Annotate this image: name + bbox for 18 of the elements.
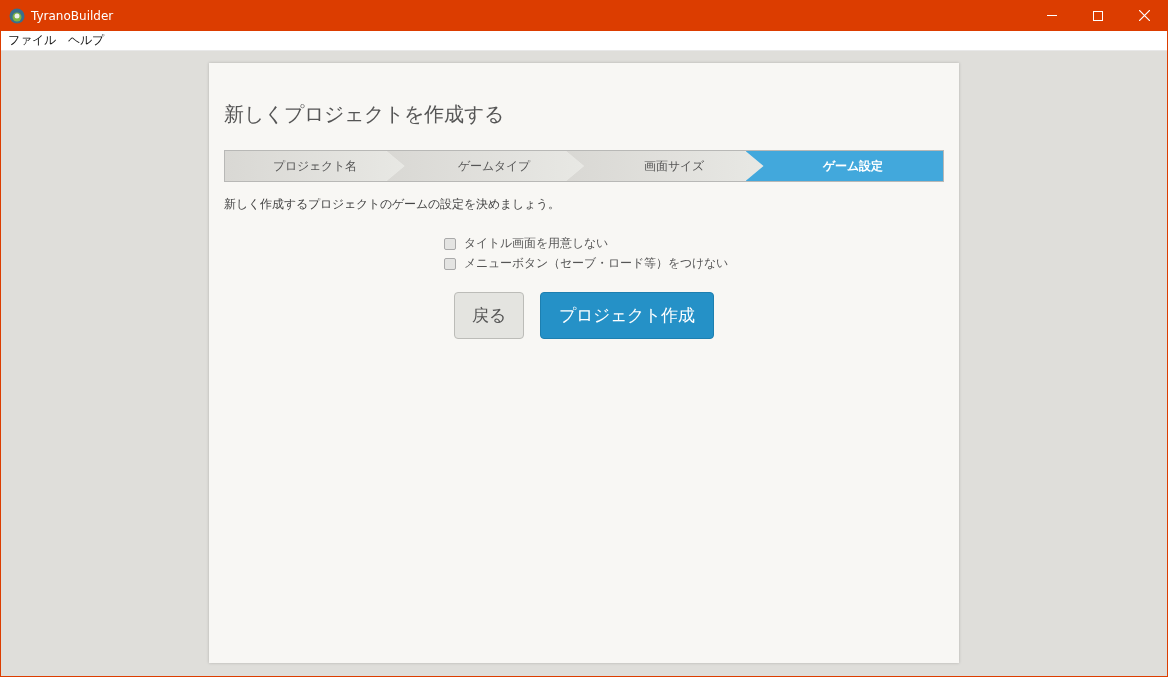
back-button[interactable]: 戻る	[454, 292, 524, 339]
menu-item[interactable]: ヘルプ	[68, 32, 104, 49]
wizard-step: ゲーム設定	[745, 151, 943, 181]
wizard-step: 画面サイズ	[566, 151, 764, 181]
wizard-step: ゲームタイプ	[386, 151, 584, 181]
create-project-button[interactable]: プロジェクト作成	[540, 292, 714, 339]
close-icon[interactable]	[1138, 10, 1150, 21]
wizard-step: プロジェクト名	[225, 151, 405, 181]
description-text: 新しく作成するプロジェクトのゲームの設定を決めましょう。	[224, 196, 561, 213]
menu-item[interactable]: ファイル	[8, 32, 56, 49]
checkbox[interactable]	[444, 237, 456, 250]
checkbox[interactable]	[444, 257, 456, 270]
dialog-title: 新しくプロジェクトを作成する	[224, 101, 505, 128]
checkbox-label: タイトル画面を用意しない	[464, 235, 608, 252]
checkbox-label: メニューボタン（セーブ・ロード等）をつけない	[464, 255, 728, 272]
window-title: TyranoBuilder	[31, 8, 114, 23]
maximize-icon[interactable]	[1093, 10, 1103, 21]
app-logo-icon	[9, 7, 25, 24]
